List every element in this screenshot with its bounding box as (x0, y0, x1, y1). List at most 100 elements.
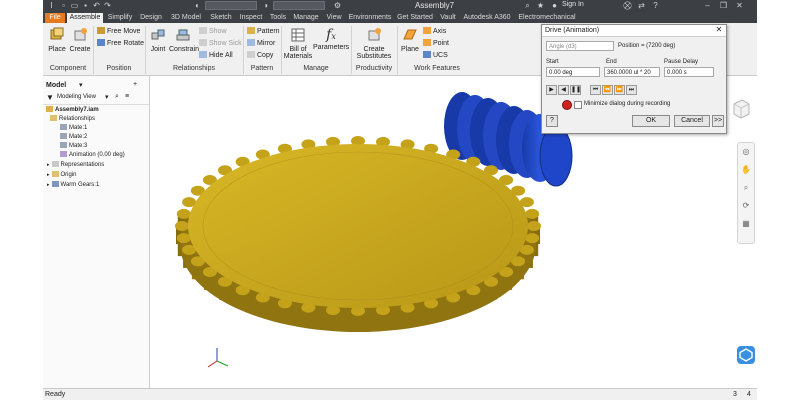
create-button[interactable]: Create (69, 27, 91, 53)
browser-menu-icon[interactable]: ≡ (125, 93, 129, 100)
go-to-end-icon[interactable]: ⏭ (626, 85, 637, 95)
open-icon[interactable]: ▭ (70, 1, 79, 10)
app-logo-icon[interactable]: I (47, 1, 56, 10)
orbit-icon[interactable]: ⟳ (741, 201, 751, 211)
exchange-icon[interactable]: ⇄ (637, 1, 646, 10)
tab-get-started[interactable]: Get Started (395, 13, 435, 23)
hide-all-button[interactable]: Hide All (199, 51, 233, 60)
search-browser-icon[interactable]: ⌕ (115, 93, 119, 101)
expand-icon[interactable]: ▸ (47, 182, 50, 188)
help-icon[interactable]: ? (651, 1, 660, 10)
pause-delay-field[interactable]: 0.000 s (664, 67, 714, 77)
expand-icon[interactable]: ▸ (47, 162, 50, 168)
tab-view[interactable]: View (323, 13, 345, 23)
tab-3d-model[interactable]: 3D Model (167, 13, 205, 23)
tab-manage[interactable]: Manage (291, 13, 321, 23)
constrain-button[interactable]: Constrain (169, 27, 199, 53)
place-button[interactable]: Place (46, 27, 68, 53)
close-icon[interactable]: ✕ (735, 1, 744, 10)
material-icon[interactable]: ◐ (193, 1, 202, 10)
look-at-icon[interactable]: ▦ (741, 219, 751, 229)
tab-inspect[interactable]: Inspect (237, 13, 265, 23)
create-substitutes-button[interactable]: Create Substitutes (353, 27, 395, 60)
sign-in-link[interactable]: Sign In (562, 1, 584, 8)
tree-item-representations[interactable]: ▸ Representations (47, 161, 104, 170)
start-value-field[interactable]: 0.00 deg (546, 67, 600, 77)
free-move-button[interactable]: Free Move (97, 27, 140, 36)
joint-button[interactable]: Joint (147, 27, 169, 53)
tab-tools[interactable]: Tools (267, 13, 289, 23)
browser-view-selector[interactable]: Modeling View (57, 94, 96, 100)
undo-icon[interactable]: ↶ (92, 1, 101, 10)
restore-icon[interactable]: ❐ (719, 1, 728, 10)
end-value-field[interactable]: 360.0000 ul * 20 (604, 67, 660, 77)
tab-design[interactable]: Design (137, 13, 165, 23)
tree-item-animation[interactable]: Animation (0.00 deg) (60, 151, 125, 160)
adjust-icon[interactable]: ⚙ (333, 1, 342, 10)
pan-icon[interactable]: ✋ (741, 165, 751, 175)
bill-of-materials-button[interactable]: Bill of Materials (283, 27, 313, 60)
dialog-close-icon[interactable]: ✕ (714, 25, 724, 35)
minimize-icon[interactable]: – (703, 1, 712, 10)
add-browser-icon[interactable]: + (133, 81, 137, 88)
step-reverse-icon[interactable]: ⏪ (602, 85, 613, 95)
appearance-icon[interactable]: ◑ (261, 1, 270, 10)
cart-icon[interactable]: ⛒ (623, 1, 632, 10)
cancel-button[interactable]: Cancel (674, 115, 710, 127)
expand-icon[interactable]: ▸ (47, 172, 50, 178)
reverse-play-icon[interactable]: ◀ (558, 85, 569, 95)
viewcube-icon[interactable] (732, 98, 750, 120)
axis-button[interactable]: Axis (423, 27, 446, 36)
new-icon[interactable]: ▫ (59, 1, 68, 10)
forward-play-icon[interactable]: ▶ (546, 85, 557, 95)
minimize-checkbox[interactable] (574, 101, 582, 109)
copy-button[interactable]: Copy (247, 51, 273, 60)
more-button[interactable]: >> (712, 115, 724, 127)
tab-sketch[interactable]: Sketch (207, 13, 235, 23)
record-icon[interactable] (562, 100, 572, 110)
tab-autodesk-a360[interactable]: Autodesk A360 (461, 13, 513, 23)
gear-tooth (176, 233, 191, 244)
tree-item-origin[interactable]: ▸ Origin (47, 171, 77, 180)
tab-electromechanical[interactable]: Electromechanical (515, 13, 579, 23)
tree-item-mate-1[interactable]: Mate:1 (60, 124, 87, 133)
tab-vault[interactable]: Vault (437, 13, 459, 23)
tree-root[interactable]: Assembly7.iam (46, 106, 99, 115)
tree-item-mate-3[interactable]: Mate:3 (60, 142, 87, 151)
save-icon[interactable]: ▪ (81, 1, 90, 10)
material-field[interactable] (205, 1, 257, 10)
appearance-field[interactable] (273, 1, 325, 10)
tab-file[interactable]: File (45, 13, 65, 23)
help-icon[interactable]: ? (546, 115, 558, 127)
show-sick-button[interactable]: Show Sick (199, 39, 242, 48)
filter-icon[interactable]: ▼ (46, 93, 54, 102)
zoom-icon[interactable]: ⌕ (741, 183, 751, 193)
tree-item-relationships[interactable]: Relationships (50, 115, 95, 124)
ucs-button[interactable]: UCS (423, 51, 448, 60)
steering-wheel-icon[interactable]: ◎ (741, 147, 751, 157)
pattern-button[interactable]: Pattern (247, 27, 280, 36)
go-to-start-icon[interactable]: ⏮ (590, 85, 601, 95)
redo-icon[interactable]: ↷ (103, 1, 112, 10)
free-rotate-button[interactable]: Free Rotate (97, 39, 144, 48)
user-icon[interactable]: ● (550, 1, 559, 10)
show-button[interactable]: Show (199, 27, 227, 36)
step-forward-icon[interactable]: ⏩ (614, 85, 625, 95)
favorites-icon[interactable]: ★ (536, 1, 545, 10)
ok-button[interactable]: OK (632, 115, 670, 127)
cloud-badge-icon[interactable] (737, 346, 755, 364)
tree-item-mate-2[interactable]: Mate:2 (60, 133, 87, 142)
tree-item-warm-gears[interactable]: ▸ Warm Gears:1 (47, 181, 99, 190)
point-button[interactable]: Point (423, 39, 449, 48)
view-dropdown-icon[interactable]: ▾ (105, 93, 109, 101)
pause-icon[interactable]: ❚❚ (570, 85, 581, 95)
parameters-button[interactable]: fx Parameters (313, 27, 349, 51)
search-icon[interactable]: ⌕ (523, 1, 532, 10)
plane-button[interactable]: Plane (399, 27, 421, 53)
tab-assemble[interactable]: Assemble (67, 13, 103, 23)
constraint-field[interactable]: Angle (d3) (546, 41, 614, 51)
tab-environments[interactable]: Environments (347, 13, 393, 23)
browser-dropdown-icon[interactable]: ▾ (79, 81, 83, 89)
tab-simplify[interactable]: Simplify (105, 13, 135, 23)
mirror-button[interactable]: Mirror (247, 39, 275, 48)
